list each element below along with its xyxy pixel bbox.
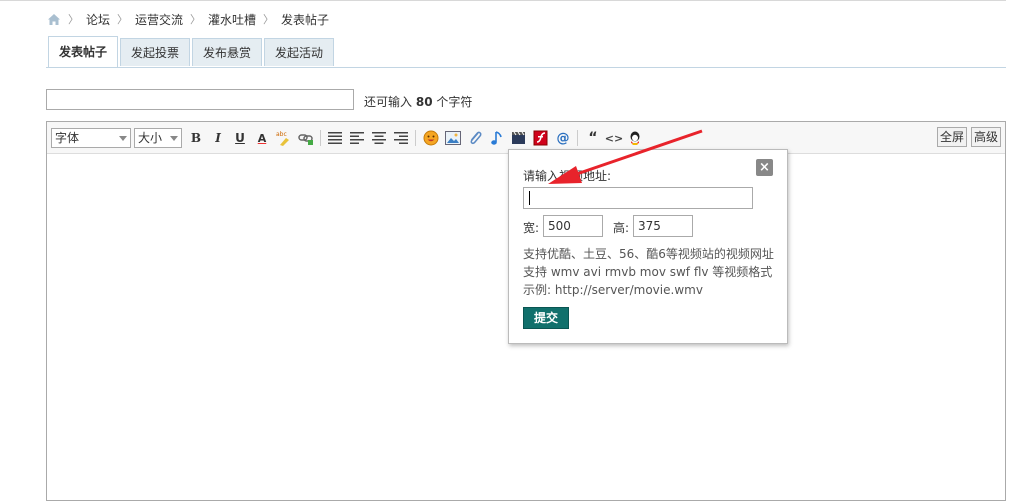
toolbar-divider: [577, 130, 578, 146]
breadcrumb-separator: 〉: [190, 13, 202, 26]
post-type-tabs: 发表帖子 发起投票 发布悬赏 发起活动: [48, 36, 336, 68]
supported-sites-text: 支持优酷、土豆、56、酷6等视频站的视频网址: [523, 247, 774, 261]
breadcrumb-separator: 〉: [68, 13, 79, 26]
height-input[interactable]: 375: [633, 215, 693, 237]
supported-formats-text: 支持 wmv avi rmvb mov swf flv 等视频格式: [523, 265, 773, 279]
bold-icon[interactable]: B: [188, 130, 204, 146]
underline-icon[interactable]: U: [232, 130, 248, 146]
advanced-mode-button[interactable]: 高级: [971, 127, 1002, 147]
breadcrumb-item-ops[interactable]: 运营交流: [135, 11, 183, 28]
chevron-down-icon: [119, 136, 127, 141]
close-icon[interactable]: ×: [756, 159, 773, 176]
top-divider: [0, 0, 1006, 1]
breadcrumb: 〉 论坛 〉 运营交流 〉 灌水吐槽 〉 发表帖子: [47, 11, 329, 27]
tab-new-activity[interactable]: 发起活动: [264, 38, 335, 66]
home-icon[interactable]: [47, 13, 61, 26]
code-icon[interactable]: <>: [605, 130, 623, 146]
width-input[interactable]: 500: [543, 215, 603, 237]
tabs-divider: [46, 67, 1006, 68]
image-icon[interactable]: [445, 130, 461, 146]
insert-video-dialog: × 请输入视频地址: 宽: 500 高: 375 支持优酷、土豆、56、酷6等视…: [508, 149, 788, 344]
tab-new-post[interactable]: 发表帖子: [48, 36, 119, 67]
audio-icon[interactable]: [489, 130, 505, 146]
align-left-icon[interactable]: [349, 130, 365, 146]
attachment-icon[interactable]: [467, 130, 483, 146]
width-label: 宽:: [523, 221, 540, 235]
chevron-down-icon: [170, 136, 178, 141]
breadcrumb-item-board[interactable]: 灌水吐槽: [208, 11, 256, 28]
emoji-icon[interactable]: [423, 130, 439, 146]
tab-new-reward[interactable]: 发布悬赏: [192, 38, 263, 66]
align-right-icon[interactable]: [393, 130, 409, 146]
mention-icon[interactable]: @: [555, 130, 571, 146]
svg-text:abc: abc: [276, 131, 287, 138]
italic-icon[interactable]: I: [210, 130, 226, 146]
breadcrumb-item-current: 发表帖子: [281, 12, 330, 27]
link-icon[interactable]: [298, 130, 314, 146]
submit-button[interactable]: 提交: [523, 307, 569, 329]
char-hint-prefix: 还可输入: [364, 95, 413, 109]
align-justify-icon[interactable]: [327, 130, 343, 146]
video-icon[interactable]: [511, 130, 527, 146]
video-url-label: 请输入视频地址:: [523, 169, 612, 183]
video-url-input[interactable]: [523, 187, 753, 209]
fullscreen-button[interactable]: 全屏: [937, 127, 968, 147]
font-family-select[interactable]: 字体: [51, 128, 131, 148]
toolbar-divider: [320, 130, 321, 146]
height-label: 高:: [613, 221, 630, 235]
example-url-text: 示例: http://server/movie.wmv: [523, 283, 703, 297]
subject-input[interactable]: [46, 89, 354, 110]
tab-new-poll[interactable]: 发起投票: [120, 38, 191, 66]
font-size-select[interactable]: 大小: [134, 128, 182, 148]
flash-icon[interactable]: [533, 130, 549, 146]
char-hint-count: 80: [415, 95, 433, 109]
text-caret: [529, 191, 530, 205]
breadcrumb-separator: 〉: [117, 13, 129, 26]
highlight-icon[interactable]: abc: [276, 130, 292, 146]
char-remaining-hint: 还可输入 80 个字符: [364, 93, 472, 110]
font-color-icon[interactable]: A: [254, 130, 270, 146]
font-family-select-label: 字体: [55, 131, 80, 145]
align-center-icon[interactable]: [371, 130, 387, 146]
breadcrumb-item-forum[interactable]: 论坛: [86, 11, 110, 28]
char-hint-suffix: 个字符: [436, 95, 473, 109]
quote-icon[interactable]: “: [585, 130, 601, 146]
font-color-glyph: A: [257, 131, 267, 145]
qq-icon[interactable]: [627, 130, 643, 146]
toolbar-divider: [415, 130, 416, 146]
font-size-select-label: 大小: [138, 131, 163, 145]
breadcrumb-separator: 〉: [263, 13, 275, 26]
